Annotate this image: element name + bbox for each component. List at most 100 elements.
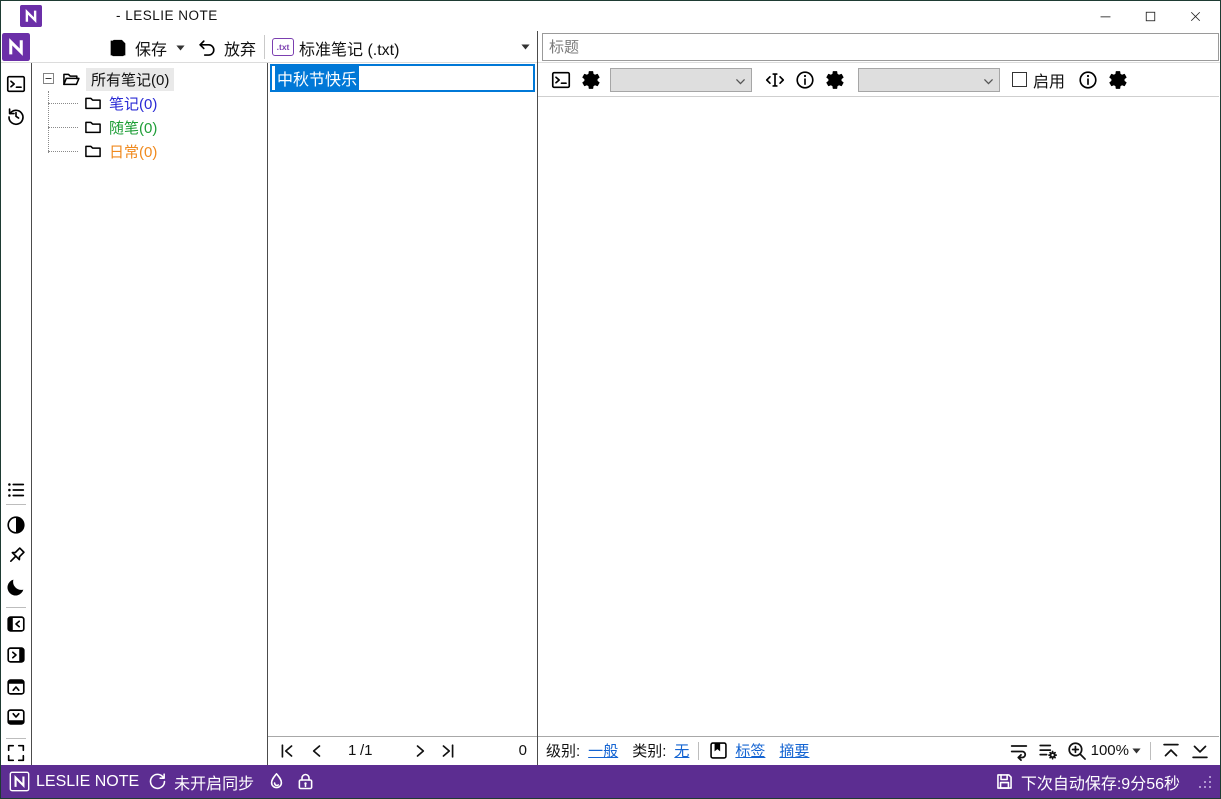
app-logo-status-icon <box>9 771 30 792</box>
main-toolbar: 保存 放弃 .txt 标准笔记 (.txt) <box>1 31 1220 63</box>
discard-button[interactable]: 放弃 <box>196 36 256 60</box>
gear-icon[interactable] <box>1107 69 1129 91</box>
collapse-panel-left-icon[interactable] <box>5 613 27 635</box>
terminal-icon[interactable] <box>550 69 572 91</box>
save-button[interactable]: 保存 <box>107 36 167 60</box>
tree-item-daily[interactable]: 日常(0) <box>32 139 267 163</box>
maximize-icon <box>1142 8 1159 25</box>
terminal-icon[interactable] <box>5 73 27 95</box>
folder-icon <box>83 117 103 137</box>
zoom-level[interactable]: 100% <box>1091 742 1129 759</box>
note-count: 0 <box>519 742 527 759</box>
page-current: 1 <box>348 742 356 759</box>
left-icon-strip <box>1 63 31 764</box>
titlebar: - LESLIE NOTE <box>1 1 1220 31</box>
caret-down-icon <box>176 45 185 51</box>
toolbar-separator <box>264 35 265 59</box>
enable-label: 启用 <box>1033 68 1065 92</box>
minimize-icon <box>1097 8 1114 25</box>
open-folder-icon <box>61 69 81 89</box>
footer-separator <box>698 742 699 760</box>
category-label: 类别: <box>632 740 666 761</box>
tree-item-label: 随笔(0) <box>109 117 157 138</box>
editor-toolbar: 启用 <box>538 63 1219 97</box>
lock-icon[interactable] <box>295 771 316 792</box>
level-label: 级别: <box>546 740 580 761</box>
save-dropdown-button[interactable] <box>176 45 185 51</box>
flame-icon[interactable] <box>266 771 287 792</box>
bookmark-icon[interactable] <box>708 740 729 761</box>
strip-separator <box>6 504 26 505</box>
note-type-caret[interactable] <box>521 44 530 50</box>
footer-separator <box>1150 742 1151 760</box>
discard-label: 放弃 <box>224 36 256 60</box>
app-window: - LESLIE NOTE 保存 <box>0 0 1221 799</box>
sync-status-text[interactable]: 未开启同步 <box>174 770 254 794</box>
editor-footer: 级别: 一般 类别: 无 标签 摘要 <box>538 736 1219 764</box>
collapse-panel-up-icon[interactable] <box>5 676 27 698</box>
save-label: 保存 <box>135 36 167 60</box>
note-rename-input[interactable]: 中秋节快乐 <box>270 64 535 92</box>
collapse-panel-right-icon[interactable] <box>5 644 27 666</box>
editor-select-2[interactable] <box>858 68 1000 92</box>
statusbar-app-name: LESLIE NOTE <box>36 773 139 791</box>
caret-down-icon <box>521 44 530 50</box>
contrast-theme-icon[interactable] <box>5 514 27 536</box>
resize-grip[interactable] <box>1198 775 1212 789</box>
pagination-bar: 1 /1 0 <box>268 736 537 764</box>
previous-page-icon[interactable] <box>307 741 327 761</box>
scroll-to-top-icon[interactable] <box>1160 740 1182 762</box>
gear-icon[interactable] <box>824 69 846 91</box>
tree-collapse-icon[interactable] <box>43 73 54 84</box>
summary-link[interactable]: 摘要 <box>779 740 809 761</box>
category-value-link[interactable]: 无 <box>674 740 689 761</box>
folder-icon <box>83 141 103 161</box>
note-type-select[interactable]: 标准笔记 (.txt) <box>299 36 399 60</box>
close-icon <box>1187 8 1204 25</box>
info-icon[interactable] <box>794 69 816 91</box>
tags-link[interactable]: 标签 <box>735 740 765 761</box>
autosave-floppy-icon <box>994 771 1015 792</box>
last-page-icon[interactable] <box>438 741 458 761</box>
tree-item-essays[interactable]: 随笔(0) <box>32 115 267 139</box>
note-type-label: 标准笔记 (.txt) <box>299 36 399 60</box>
zoom-caret-icon[interactable] <box>1132 748 1141 754</box>
tree-item-all-notes[interactable]: 所有笔记(0) <box>32 67 267 91</box>
info-icon[interactable] <box>1077 69 1099 91</box>
history-icon[interactable] <box>5 105 27 127</box>
dark-mode-moon-icon[interactable] <box>5 576 27 598</box>
note-list-panel: 中秋节快乐 1 /1 0 <box>268 63 537 764</box>
close-button[interactable] <box>1173 1 1218 31</box>
gear-icon[interactable] <box>580 69 602 91</box>
zoom-in-icon[interactable] <box>1066 740 1088 762</box>
scroll-to-bottom-icon[interactable] <box>1189 740 1211 762</box>
app-logo-large-icon <box>2 33 30 61</box>
pin-icon[interactable] <box>5 545 27 567</box>
enable-checkbox[interactable] <box>1012 72 1027 87</box>
minimize-button[interactable] <box>1083 1 1128 31</box>
page-total: /1 <box>360 742 373 759</box>
collapse-panel-down-icon[interactable] <box>5 706 27 728</box>
first-page-icon[interactable] <box>277 741 297 761</box>
bullet-list-icon[interactable] <box>5 479 27 501</box>
text-cursor-icon[interactable] <box>764 69 786 91</box>
app-logo-icon <box>20 5 42 27</box>
txt-file-icon: .txt <box>272 38 294 56</box>
editor-body[interactable] <box>538 97 1219 736</box>
tree-item-notes[interactable]: 笔记(0) <box>32 91 267 115</box>
folder-icon <box>83 93 103 113</box>
chevron-down-icon <box>982 75 995 88</box>
statusbar: LESLIE NOTE 未开启同步 下次自动保存:9分56秒 <box>1 765 1220 798</box>
sync-icon[interactable] <box>147 771 168 792</box>
next-page-icon[interactable] <box>410 741 430 761</box>
level-value-link[interactable]: 一般 <box>588 740 618 761</box>
editor-select-1[interactable] <box>610 68 752 92</box>
strip-separator <box>6 738 26 739</box>
maximize-button[interactable] <box>1128 1 1173 31</box>
tree-item-label: 笔记(0) <box>109 93 157 114</box>
word-wrap-icon[interactable] <box>1008 740 1030 762</box>
note-title-input[interactable] <box>542 33 1219 61</box>
list-settings-icon[interactable] <box>1037 740 1059 762</box>
autosave-countdown: 下次自动保存:9分56秒 <box>1021 770 1180 794</box>
fullscreen-icon[interactable] <box>5 742 27 764</box>
